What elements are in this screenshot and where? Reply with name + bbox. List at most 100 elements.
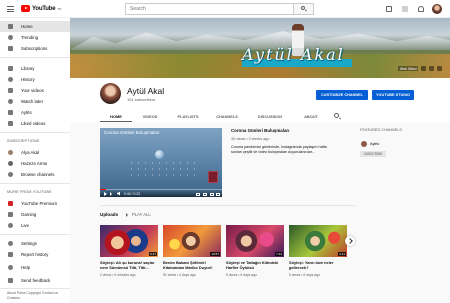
search-icon bbox=[301, 6, 305, 10]
video-duration: 7:23 bbox=[275, 252, 283, 256]
facebook-icon[interactable] bbox=[429, 66, 434, 71]
sidebar-item-label: Gaming bbox=[21, 212, 37, 217]
uploads-heading[interactable]: Uploads bbox=[100, 212, 118, 217]
library-icon bbox=[8, 66, 13, 71]
sidebar-item-hazeze-arme[interactable]: Hazeze Arme bbox=[0, 158, 70, 169]
sidebar-item-watch-later[interactable]: Watch later bbox=[0, 96, 70, 107]
sidebar-item-library[interactable]: Library bbox=[0, 63, 70, 74]
sidebar-item-home[interactable]: Home bbox=[0, 21, 70, 32]
tab-videos[interactable]: VIDEOS bbox=[132, 111, 168, 122]
search-button[interactable] bbox=[293, 4, 313, 14]
sidebar-item-label: Library bbox=[21, 66, 35, 71]
sidebar-item-youtube-premium[interactable]: YouTube Premium bbox=[0, 198, 70, 209]
tab-home[interactable]: HOME bbox=[100, 111, 132, 122]
featured-channel-avatar[interactable] bbox=[361, 141, 367, 147]
miniplayer-icon[interactable] bbox=[210, 192, 214, 196]
sidebar-item-live[interactable]: Live bbox=[0, 220, 70, 231]
sidebar-item-gaming[interactable]: Gaming bbox=[0, 209, 70, 220]
video-meta: 5 views • 6 days ago bbox=[289, 273, 320, 277]
video-thumbnail[interactable]: 7:23 bbox=[226, 225, 284, 257]
sidebar-divider bbox=[0, 183, 70, 184]
sidebar-item-label: Browse channels bbox=[21, 172, 55, 177]
notifications-bell-icon[interactable] bbox=[418, 6, 424, 12]
featured-video-player[interactable]: Corona Günleri Buluşmaları 0:40 / 0:23 bbox=[100, 128, 222, 197]
sidebar-item-browse-channels[interactable]: Browse channels bbox=[0, 169, 70, 180]
tab-about[interactable]: ABOUT bbox=[294, 111, 328, 122]
create-video-icon[interactable] bbox=[386, 6, 392, 12]
instagram-icon[interactable] bbox=[421, 66, 426, 71]
twitter-icon[interactable] bbox=[437, 66, 442, 71]
subtitles-icon[interactable] bbox=[196, 192, 200, 196]
video-duration: 2:11 bbox=[338, 252, 346, 256]
sidebar-item-send-feedback[interactable]: Send feedback bbox=[0, 275, 70, 286]
play-all-button[interactable]: PLAY ALL bbox=[126, 212, 151, 217]
sidebar: Home Trending Subscriptions Library Hist… bbox=[0, 18, 70, 303]
channel-header: Aytül Akal 151 subscribers CUSTOMIZE CHA… bbox=[70, 78, 450, 122]
sidebar-item-liked-videos[interactable]: Liked videos bbox=[0, 118, 70, 129]
sidebar-item-alya-akal[interactable]: Alya Akal bbox=[0, 147, 70, 158]
tab-playlists[interactable]: PLAYLISTS bbox=[168, 111, 208, 122]
browse-channels-icon bbox=[8, 172, 13, 177]
sidebar-item-settings[interactable]: Settings bbox=[0, 238, 70, 249]
video-thumbnail[interactable]: 0:17 bbox=[100, 225, 158, 257]
sidebar-item-aytits[interactable]: Aytits bbox=[0, 107, 70, 118]
feedback-icon bbox=[8, 278, 13, 283]
video-duration: 13:57 bbox=[210, 252, 220, 256]
video-title[interactable]: Benim Babam Şöförde! Kitabımdan Mariko D… bbox=[163, 260, 221, 270]
channel-avatar-icon bbox=[8, 161, 13, 166]
tab-channels[interactable]: CHANNELS bbox=[208, 111, 246, 122]
featured-channel-name[interactable]: Aytits bbox=[370, 142, 379, 146]
video-title[interactable]: Söyleşi: Ah şu korona! saçlar nere Sümüm… bbox=[100, 260, 158, 270]
sidebar-item-label: Aytits bbox=[21, 110, 32, 115]
banner-links: Web Sitesi bbox=[398, 66, 442, 71]
sidebar-item-history[interactable]: History bbox=[0, 74, 70, 85]
sidebar-item-report-history[interactable]: Report history bbox=[0, 249, 70, 260]
home-icon bbox=[8, 24, 13, 29]
play-all-icon bbox=[126, 212, 130, 217]
customize-channel-button[interactable]: CUSTOMIZE CHANNEL bbox=[316, 90, 368, 100]
subscriptions-icon bbox=[8, 46, 13, 51]
youtube-studio-button[interactable]: YOUTUBE STUDIO bbox=[372, 90, 414, 100]
play-all-label: PLAY ALL bbox=[132, 212, 151, 217]
help-icon bbox=[8, 265, 13, 270]
sidebar-item-subscriptions[interactable]: Subscriptions bbox=[0, 43, 70, 54]
banner-website-link[interactable]: Web Sitesi bbox=[398, 66, 418, 71]
player-progress-bar[interactable] bbox=[100, 189, 222, 190]
menu-icon[interactable] bbox=[7, 6, 14, 12]
search-box bbox=[125, 3, 314, 15]
video-thumbnail[interactable]: 2:11 bbox=[289, 225, 347, 257]
channel-avatar bbox=[100, 83, 121, 104]
sidebar-item-label: Home bbox=[21, 24, 33, 29]
channel-search-icon[interactable] bbox=[334, 113, 339, 118]
sidebar-item-help[interactable]: Help bbox=[0, 262, 70, 273]
carousel-next-arrow[interactable] bbox=[345, 236, 355, 246]
video-meta: 2 views • 5 minutes ago bbox=[100, 273, 136, 277]
video-title[interactable]: Söyleşi: Yarın bize neler getirecek? bbox=[289, 260, 347, 270]
account-avatar[interactable] bbox=[432, 4, 442, 14]
search-input[interactable] bbox=[126, 4, 294, 14]
sidebar-item-label: Report history bbox=[21, 252, 49, 257]
tab-discussion[interactable]: DISCUSSION bbox=[246, 111, 294, 122]
video-meta: 5 views • 6 days ago bbox=[226, 273, 257, 277]
next-icon[interactable] bbox=[110, 191, 112, 196]
sidebar-item-trending[interactable]: Trending bbox=[0, 32, 70, 43]
video-title[interactable]: Söyleşi ve Tatlağın Kitindeki Harfler Öy… bbox=[226, 260, 284, 270]
sidebar-item-label: YouTube Premium bbox=[21, 201, 58, 206]
channel-banner: Aytül Akal Web Sitesi bbox=[70, 18, 450, 78]
sidebar-footer-links[interactable]: About Press Copyright Contact us Creator… bbox=[7, 291, 67, 301]
youtube-logo[interactable]: YouTube TR bbox=[21, 5, 61, 12]
gear-icon bbox=[8, 241, 13, 246]
settings-icon[interactable] bbox=[203, 192, 207, 196]
featured-video-description: Corona pandemisi günlerinde, İnstagramda… bbox=[231, 145, 327, 155]
fullscreen-icon[interactable] bbox=[216, 192, 220, 196]
live-icon bbox=[8, 223, 13, 228]
subscribe-button[interactable]: SUBSCRIBE bbox=[360, 151, 386, 157]
channel-tabs: HOME VIDEOS PLAYLISTS CHANNELS DISCUSSIO… bbox=[100, 111, 328, 122]
video-thumbnail[interactable]: 13:57 bbox=[163, 225, 221, 257]
video-duration: 0:17 bbox=[149, 252, 157, 256]
sidebar-item-your-videos[interactable]: Your videos bbox=[0, 85, 70, 96]
featured-video-title[interactable]: Corona Günleri Buluşmaları bbox=[231, 128, 289, 133]
your-videos-icon bbox=[8, 88, 13, 93]
apps-grid-icon[interactable] bbox=[402, 6, 408, 12]
play-icon[interactable] bbox=[104, 191, 107, 196]
